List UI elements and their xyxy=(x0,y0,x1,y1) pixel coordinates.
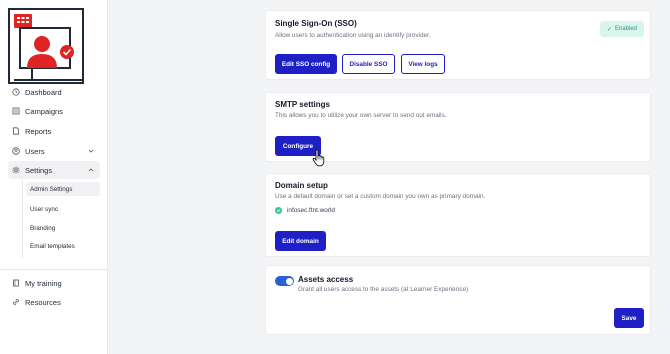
chevron-up-icon xyxy=(87,166,95,174)
subnav-item-user-sync[interactable]: User sync xyxy=(26,202,100,216)
subnav-item-branding[interactable]: Branding xyxy=(26,221,100,235)
assets-title: Assets access xyxy=(298,275,354,284)
save-button[interactable]: Save xyxy=(614,308,644,328)
hand-cursor-icon xyxy=(312,149,325,167)
toggle-knob xyxy=(285,277,293,285)
settings-subnav: Admin Settings User sync Branding Email … xyxy=(22,180,100,258)
sidebar-item-reports[interactable]: Reports xyxy=(8,122,100,140)
status-badge: ✓ Enabled xyxy=(600,21,644,37)
chevron-down-icon xyxy=(87,147,95,155)
sidebar-item-label: Resources xyxy=(25,297,61,307)
domain-value: infosec.ftnt.world xyxy=(287,207,335,214)
edit-sso-config-button[interactable]: Edit SSO config xyxy=(275,54,337,74)
sidebar-item-label: Dashboard xyxy=(25,87,62,97)
sidebar-item-label: Reports xyxy=(25,126,52,136)
logo-user-icon xyxy=(14,14,82,81)
assets-card: Assets access Grant all users access to … xyxy=(265,265,651,335)
status-badge-label: Enabled xyxy=(615,26,638,32)
sidebar-item-campaigns[interactable]: Campaigns xyxy=(8,102,100,120)
sidebar-item-users[interactable]: Users xyxy=(8,142,100,160)
assets-description: Grant all users access to the assets (at… xyxy=(298,286,469,293)
edit-domain-button[interactable]: Edit domain xyxy=(275,231,326,251)
disable-sso-button[interactable]: Disable SSO xyxy=(342,54,395,74)
subnav-item-label: Email templates xyxy=(30,242,75,250)
check-circle-icon xyxy=(275,207,282,214)
sidebar-divider xyxy=(0,269,108,270)
app-logo xyxy=(8,8,84,84)
book-icon xyxy=(12,279,20,287)
smtp-description: This allows you to utilize your own serv… xyxy=(275,112,447,119)
subnav-item-label: Branding xyxy=(30,224,56,232)
user-circle-icon xyxy=(12,147,20,155)
sidebar-item-label: Users xyxy=(25,146,45,156)
sidebar-item-label: Settings xyxy=(25,165,53,175)
sso-title: Single Sign-On (SSO) xyxy=(275,19,357,28)
check-icon: ✓ xyxy=(606,26,612,33)
subnav-item-admin-settings[interactable]: Admin Settings xyxy=(26,182,100,196)
smtp-title: SMTP settings xyxy=(275,100,330,109)
sidebar-item-resources[interactable]: Resources xyxy=(8,293,100,311)
subnav-item-label: User sync xyxy=(30,205,58,213)
domain-card: Domain setup Use a default domain or set… xyxy=(265,173,651,257)
clock-icon xyxy=(12,88,20,96)
sidebar-item-my-training[interactable]: My training xyxy=(8,274,100,292)
sso-card: Single Sign-On (SSO) Allow users to auth… xyxy=(265,10,651,80)
domain-description: Use a default domain or set a custom dom… xyxy=(275,193,486,200)
view-logs-button[interactable]: View logs xyxy=(401,54,445,74)
subnav-item-email-templates[interactable]: Email templates xyxy=(26,239,100,253)
list-icon xyxy=(12,107,20,115)
domain-title: Domain setup xyxy=(275,181,328,190)
gear-icon xyxy=(12,166,20,174)
subnav-item-label: Admin Settings xyxy=(30,185,73,193)
link-icon xyxy=(12,298,20,306)
sidebar: Dashboard Campaigns Reports Users Settin… xyxy=(0,0,108,354)
sidebar-item-label: Campaigns xyxy=(25,106,63,116)
domain-row: infosec.ftnt.world xyxy=(275,207,335,214)
sidebar-item-settings[interactable]: Settings xyxy=(8,161,100,179)
sso-description: Allow users to authentication using an i… xyxy=(275,32,431,39)
sidebar-item-label: My training xyxy=(25,278,62,288)
assets-access-toggle[interactable] xyxy=(275,276,294,286)
document-icon xyxy=(12,127,20,135)
sidebar-item-dashboard[interactable]: Dashboard xyxy=(8,83,100,101)
